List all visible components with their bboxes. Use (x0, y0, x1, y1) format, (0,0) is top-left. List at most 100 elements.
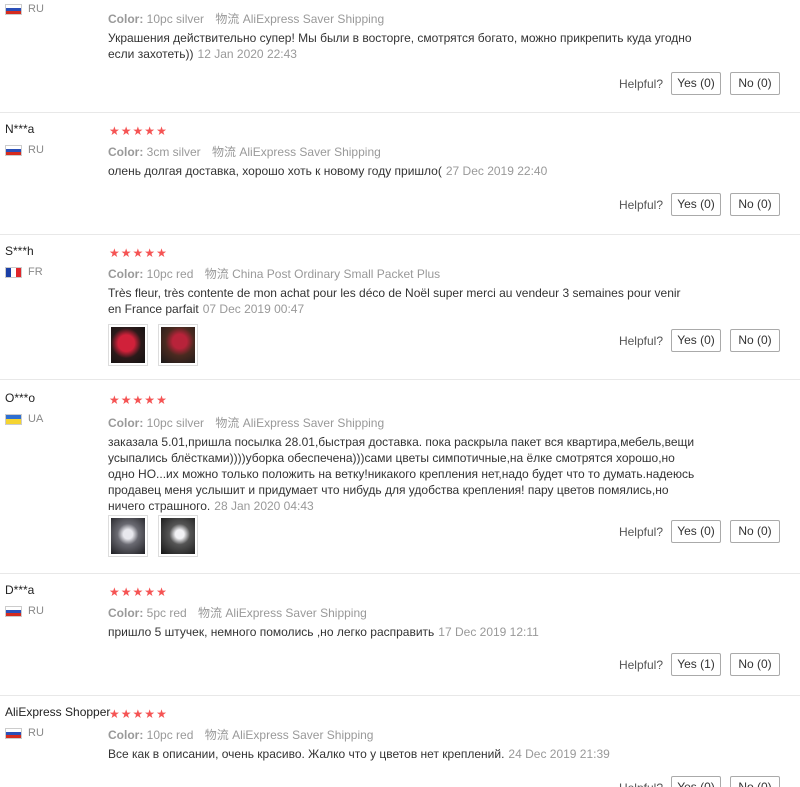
france-flag-icon (5, 266, 22, 278)
shipping-method: AliExpress Saver Shipping (239, 145, 381, 159)
helpful-votes: Helpful? Yes (0) No (0) (619, 193, 780, 216)
shipping-method: China Post Ordinary Small Packet Plus (232, 267, 441, 281)
review-photos (108, 515, 198, 557)
star-icon: ★ (109, 246, 120, 260)
review-item: N***a RU ★ ★ ★ ★ ★ Color: 3cm silver 物流 AliE… (0, 113, 800, 235)
sku-color: 5pc red (146, 606, 187, 620)
star-icon: ★ (109, 124, 120, 138)
shipping-method: AliExpress Saver Shipping (242, 416, 385, 430)
star-rating: ★ ★ ★ ★ ★ (109, 394, 167, 406)
star-icon: ★ (120, 246, 132, 260)
reviewer-country: UA (5, 413, 43, 425)
reviewer-country: RU (5, 605, 44, 617)
sku-color: 10pc red (146, 267, 194, 281)
russia-flag-icon (5, 727, 22, 739)
review-text: пришло 5 штучек, немного помолись ,но ле… (108, 625, 539, 639)
reviewer-info: N***a RU (5, 122, 110, 156)
star-icon: ★ (132, 393, 144, 407)
reviewer-name: S***h (5, 244, 34, 258)
review-photo-thumbnail[interactable] (158, 515, 198, 557)
reviewer-country: RU (5, 727, 44, 739)
star-icon: ★ (132, 585, 144, 599)
star-icon: ★ (120, 707, 132, 721)
star-icon: ★ (144, 585, 156, 599)
helpful-votes: Helpful? Yes (1) No (0) (619, 653, 780, 676)
reviewer-info: D***a RU (5, 583, 110, 617)
reviewer-name: O***o (5, 391, 36, 405)
sku-color: 10pc red (146, 728, 194, 742)
star-icon: ★ (156, 707, 167, 721)
review-date: 17 Dec 2019 12:11 (438, 625, 539, 639)
review-meta: Color: 3cm silver 物流 AliExpress Saver Sh… (108, 145, 381, 159)
helpful-yes-button[interactable]: Yes (0) (671, 72, 721, 95)
star-rating: ★ ★ ★ ★ ★ (109, 708, 167, 720)
star-icon: ★ (144, 246, 156, 260)
sku-color: 3cm silver (146, 145, 201, 159)
helpful-no-button[interactable]: No (0) (730, 72, 780, 95)
review-meta: Color: 10pc red 物流 AliExpress Saver Ship… (108, 728, 374, 742)
helpful-no-button[interactable]: No (0) (730, 193, 780, 216)
star-icon: ★ (109, 393, 120, 407)
helpful-no-button[interactable]: No (0) (730, 776, 780, 787)
helpful-votes: Helpful? Yes (0) No (0) (619, 72, 780, 95)
star-rating: ★ ★ ★ ★ ★ (109, 247, 167, 259)
russia-flag-icon (5, 605, 22, 617)
star-rating: ★ ★ ★ ★ ★ (109, 586, 167, 598)
star-icon: ★ (144, 124, 156, 138)
helpful-yes-button[interactable]: Yes (0) (671, 520, 721, 543)
star-icon: ★ (132, 707, 144, 721)
shipping-method: AliExpress Saver Shipping (242, 12, 385, 26)
review-item: AliExpress Shopper RU ★ ★ ★ ★ ★ Color: 10pc … (0, 696, 800, 787)
ukraine-flag-icon (5, 413, 22, 425)
helpful-no-button[interactable]: No (0) (730, 520, 780, 543)
helpful-votes: Helpful? Yes (0) No (0) (619, 329, 780, 352)
review-photo-thumbnail[interactable] (108, 324, 148, 366)
star-icon: ★ (109, 585, 120, 599)
shipping-method: AliExpress Saver Shipping (225, 606, 367, 620)
helpful-votes: Helpful? Yes (0) No (0) (619, 776, 780, 787)
helpful-no-button[interactable]: No (0) (730, 329, 780, 352)
review-date: 28 Jan 2020 04:43 (214, 499, 314, 513)
review-photo-thumbnail[interactable] (158, 324, 198, 366)
reviewer-info: AliExpress Shopper RU (5, 705, 110, 739)
sku-color: 10pc silver (146, 416, 205, 430)
sku-color: 10pc silver (146, 12, 205, 26)
star-icon: ★ (156, 246, 167, 260)
review-item: S***h FR ★ ★ ★ ★ ★ Color: 10pc red 物流 China … (0, 235, 800, 380)
review-photo-thumbnail[interactable] (108, 515, 148, 557)
review-text: Украшения действительно супер! Мы были в… (108, 31, 692, 61)
review-date: 07 Dec 2019 00:47 (202, 302, 305, 316)
review-meta: Color: 10pc silver 物流 AliExpress Saver S… (108, 416, 385, 430)
review-text: Все как в описании, очень красиво. Жалко… (108, 747, 610, 761)
star-icon: ★ (156, 124, 167, 138)
reviewer-name: N***a (5, 122, 35, 136)
helpful-yes-button[interactable]: Yes (0) (671, 193, 721, 216)
review-meta: Color: 10pc silver 物流 AliExpress Saver S… (108, 12, 385, 26)
review-date: 24 Dec 2019 21:39 (508, 747, 610, 761)
star-icon: ★ (120, 585, 132, 599)
review-meta: Color: 5pc red 物流 AliExpress Saver Shipp… (108, 606, 367, 620)
star-icon: ★ (109, 707, 120, 721)
review-item: O***o UA ★ ★ ★ ★ ★ Color: 10pc silver 物流 Ali… (0, 382, 800, 574)
star-icon: ★ (120, 393, 132, 407)
reviewer-name: D***a (5, 583, 35, 597)
reviewer-country: RU (5, 3, 44, 15)
helpful-yes-button[interactable]: Yes (1) (671, 653, 721, 676)
star-icon: ★ (144, 393, 156, 407)
review-text: Très fleur, très contente de mon achat p… (108, 286, 681, 316)
star-icon: ★ (156, 585, 167, 599)
helpful-no-button[interactable]: No (0) (730, 653, 780, 676)
star-rating: ★ ★ ★ ★ ★ (109, 125, 167, 137)
review-item: D***a RU ★ ★ ★ ★ ★ Color: 5pc red 物流 AliExpr… (0, 574, 800, 696)
reviewer-country: FR (5, 266, 43, 278)
star-icon: ★ (144, 707, 156, 721)
helpful-yes-button[interactable]: Yes (0) (671, 776, 721, 787)
russia-flag-icon (5, 144, 22, 156)
helpful-votes: Helpful? Yes (0) No (0) (619, 520, 780, 543)
review-text: олень долгая доставка, хорошо хоть к нов… (108, 164, 548, 178)
star-icon: ★ (120, 124, 132, 138)
helpful-yes-button[interactable]: Yes (0) (671, 329, 721, 352)
review-date: 27 Dec 2019 22:40 (445, 164, 548, 178)
star-icon: ★ (132, 246, 144, 260)
shipping-method: AliExpress Saver Shipping (232, 728, 374, 742)
